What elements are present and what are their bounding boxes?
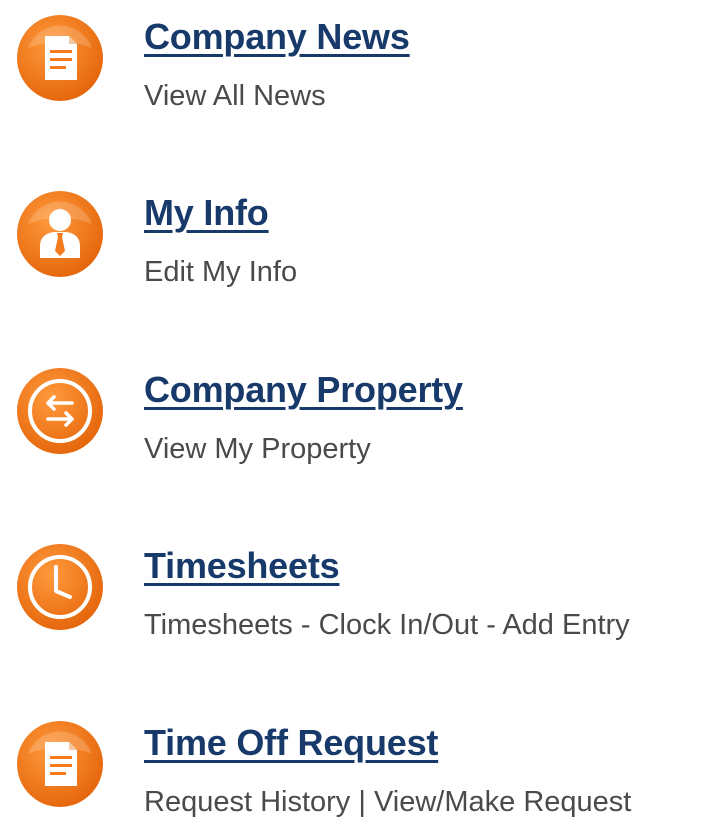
- separator: |: [350, 786, 374, 818]
- menu-item-timesheets: Timesheets Timesheets - Clock In/Out - A…: [0, 543, 711, 673]
- document-icon[interactable]: [16, 720, 104, 808]
- my-info-sublinks: Edit My Info: [144, 256, 297, 289]
- menu-item-my-info: My Info Edit My Info: [0, 190, 711, 320]
- exchange-arrows-icon[interactable]: [16, 367, 104, 455]
- add-entry-link[interactable]: Add Entry: [502, 609, 629, 641]
- company-news-sublinks: View All News: [144, 80, 326, 113]
- clock-in-out-link[interactable]: Clock In/Out: [319, 609, 479, 641]
- timesheets-sublinks: Timesheets - Clock In/Out - Add Entry: [144, 609, 630, 642]
- menu-item-time-off-request: Time Off Request Request History | View/…: [0, 720, 711, 832]
- request-history-link[interactable]: Request History: [144, 786, 350, 818]
- view-my-property-link[interactable]: View My Property: [144, 433, 371, 465]
- menu-item-company-property: Company Property View My Property: [0, 367, 711, 497]
- my-info-link[interactable]: My Info: [144, 192, 269, 234]
- document-icon[interactable]: [16, 14, 104, 102]
- home-menu: Company News View All News My Info Edit …: [0, 0, 711, 832]
- company-news-link[interactable]: Company News: [144, 16, 410, 58]
- menu-item-company-news: Company News View All News: [0, 14, 711, 144]
- timesheets-sublink[interactable]: Timesheets: [144, 609, 293, 641]
- separator: -: [478, 609, 503, 641]
- clock-icon[interactable]: [16, 543, 104, 631]
- separator: -: [292, 609, 319, 641]
- view-make-request-link[interactable]: View/Make Request: [374, 786, 631, 818]
- company-property-link[interactable]: Company Property: [144, 369, 463, 411]
- user-icon[interactable]: [16, 190, 104, 278]
- company-property-sublinks: View My Property: [144, 433, 371, 466]
- edit-my-info-link[interactable]: Edit My Info: [144, 256, 297, 288]
- timesheets-link[interactable]: Timesheets: [144, 545, 340, 587]
- time-off-request-sublinks: Request History | View/Make Request: [144, 786, 631, 819]
- view-all-news-link[interactable]: View All News: [144, 80, 326, 112]
- time-off-request-link[interactable]: Time Off Request: [144, 722, 438, 764]
